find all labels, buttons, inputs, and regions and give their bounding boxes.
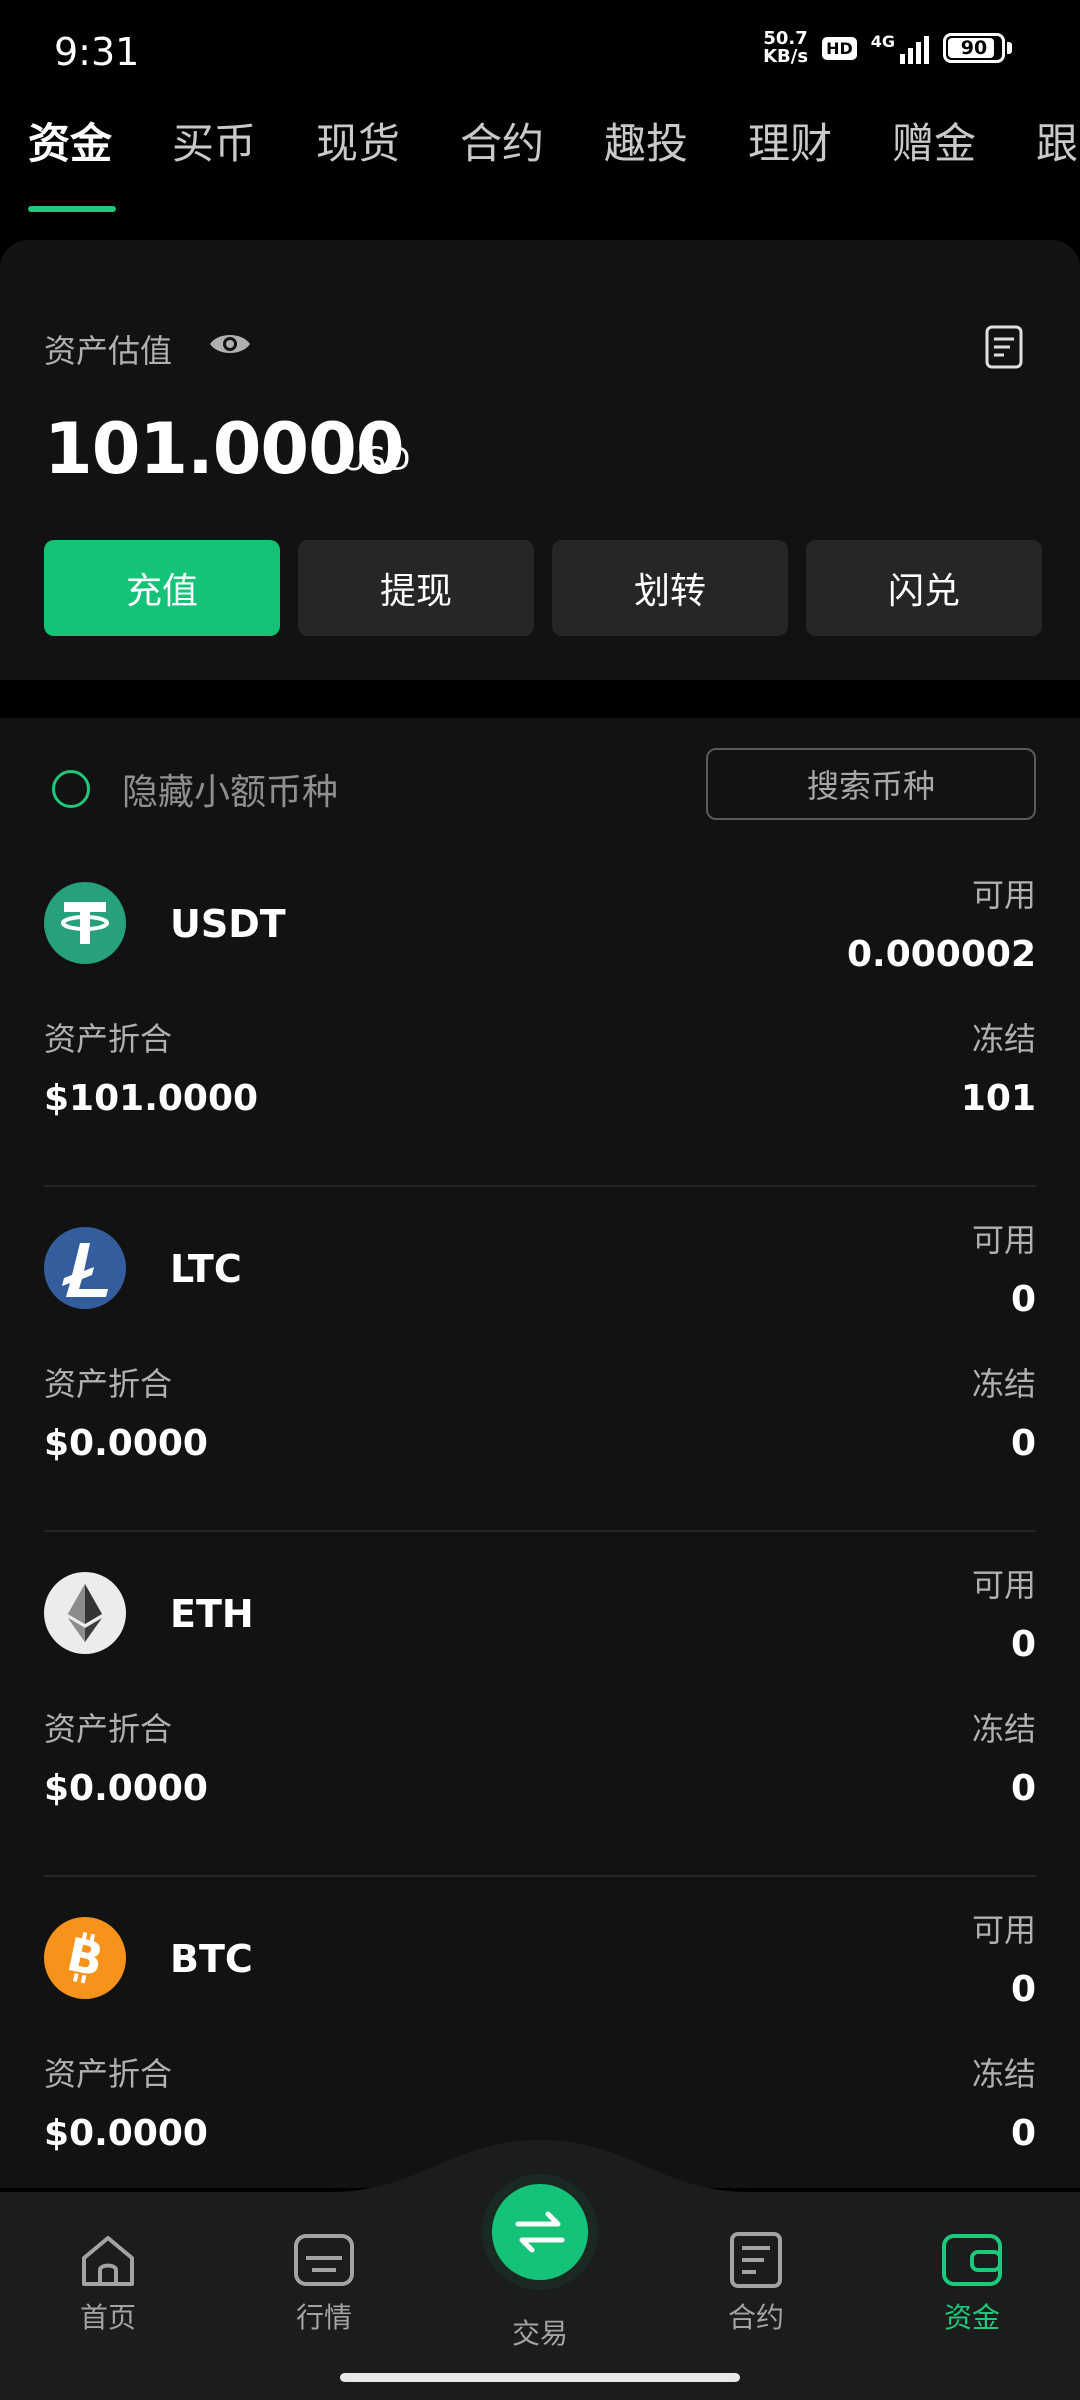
swap-icon <box>515 2211 565 2253</box>
nav-market[interactable]: 行情 <box>254 2230 394 2336</box>
frozen-value: 0 <box>1010 1768 1036 1809</box>
assets-page: 9:31 50.7 KB/s HD 4G 90 资金 买币 现货 合约 趣投 理… <box>0 0 1080 2400</box>
frozen-label: 冻结 <box>971 1365 1036 1403</box>
tab-funds[interactable]: 资金 <box>28 110 112 171</box>
hide-small-label: 隐藏小额币种 <box>122 772 339 813</box>
nav-contract[interactable]: 合约 <box>686 2230 826 2336</box>
available-label: 可用 <box>971 1911 1036 1949</box>
nav-home-label: 首页 <box>79 2301 136 2334</box>
flash-swap-button[interactable]: 闪兑 <box>806 540 1042 636</box>
converted-label: 资产折合 <box>44 1365 173 1403</box>
converted-value: $101.0000 <box>44 1078 259 1119</box>
coin-name: BTC <box>170 1937 253 1981</box>
market-icon <box>294 2234 354 2286</box>
converted-value: $0.0000 <box>44 1423 208 1464</box>
tether-icon <box>44 882 126 964</box>
available-label: 可用 <box>971 1221 1036 1259</box>
contract-icon <box>730 2232 782 2288</box>
status-indicators: 50.7 KB/s HD 4G 90 <box>763 30 1012 66</box>
frozen-label: 冻结 <box>971 1710 1036 1748</box>
network-speed-unit: KB/s <box>763 46 809 67</box>
transfer-button[interactable]: 划转 <box>552 540 788 636</box>
active-tab-indicator <box>28 206 116 212</box>
hide-small-toggle[interactable]: 隐藏小额币种 <box>52 763 338 815</box>
available-value: 0 <box>1010 1279 1036 1320</box>
battery-icon: 90 <box>943 33 1012 63</box>
available-value: 0.000002 <box>846 934 1036 975</box>
nav-trade-label[interactable]: 交易 <box>470 2312 610 2352</box>
asset-unit: USD <box>342 440 411 478</box>
coin-row-eth[interactable]: ETH 可用 0 资产折合 $0.0000 冻结 0 <box>44 1532 1036 1877</box>
bottom-nav: 首页 行情 交易 合约 资金 <box>0 2140 1080 2400</box>
asset-card: 资产估值 101.0000 USD 充值 提现 划转 闪兑 <box>0 240 1080 680</box>
tab-bonus[interactable]: 赠金 <box>892 110 976 171</box>
deposit-button[interactable]: 充值 <box>44 540 280 636</box>
top-tabs: 资金 买币 现货 合约 趣投 理财 赠金 跟 <box>0 110 1080 220</box>
available-value: 0 <box>1010 1624 1036 1665</box>
coin-name: ETH <box>170 1592 254 1636</box>
coin-list-section: 隐藏小额币种 搜索币种 USDT 可用 0.000002 资产折合 $101.0… <box>0 718 1080 2188</box>
tab-buy-coin[interactable]: 买币 <box>172 110 256 171</box>
withdraw-button[interactable]: 提现 <box>298 540 534 636</box>
litecoin-icon <box>44 1227 126 1309</box>
network-type: 4G <box>870 32 895 51</box>
action-row: 充值 提现 划转 闪兑 <box>44 540 1042 636</box>
home-icon <box>82 2236 134 2286</box>
coin-name: USDT <box>170 902 286 946</box>
status-time: 9:31 <box>54 30 140 74</box>
coin-name: LTC <box>170 1247 242 1291</box>
tab-finance[interactable]: 理财 <box>748 110 832 171</box>
status-bar: 9:31 50.7 KB/s HD 4G 90 <box>0 0 1080 100</box>
nav-market-label: 行情 <box>295 2301 352 2334</box>
bitcoin-icon: B <box>44 1917 126 1999</box>
battery-level: 90 <box>960 37 988 59</box>
converted-value: $0.0000 <box>44 1768 208 1809</box>
frozen-value: 101 <box>960 1078 1036 1119</box>
tab-spot[interactable]: 现货 <box>316 110 400 171</box>
nav-funds-label: 资金 <box>943 2301 1000 2334</box>
signal-icon: 4G <box>871 32 929 64</box>
hd-badge: HD <box>822 36 857 60</box>
record-icon[interactable] <box>984 324 1024 370</box>
coin-row-usdt[interactable]: USDT 可用 0.000002 资产折合 $101.0000 冻结 101 <box>44 842 1036 1187</box>
coin-row-ltc[interactable]: LTC 可用 0 资产折合 $0.0000 冻结 0 <box>44 1187 1036 1532</box>
frozen-label: 冻结 <box>971 1020 1036 1058</box>
tab-contract[interactable]: 合约 <box>460 110 544 171</box>
converted-label: 资产折合 <box>44 1710 173 1748</box>
asset-label: 资产估值 <box>44 332 173 370</box>
converted-label: 资产折合 <box>44 1020 173 1058</box>
converted-label: 资产折合 <box>44 2055 173 2093</box>
eye-icon[interactable] <box>208 330 252 358</box>
available-label: 可用 <box>971 876 1036 914</box>
frozen-value: 0 <box>1010 1423 1036 1464</box>
tab-fun-invest[interactable]: 趣投 <box>604 110 688 171</box>
tab-copy[interactable]: 跟 <box>1036 110 1078 171</box>
nav-funds[interactable]: 资金 <box>902 2230 1042 2336</box>
available-label: 可用 <box>971 1566 1036 1604</box>
search-coin-button[interactable]: 搜索币种 <box>706 748 1036 820</box>
hide-small-radio[interactable] <box>52 770 90 808</box>
available-value: 0 <box>1010 1969 1036 2010</box>
wallet-icon <box>942 2234 1002 2286</box>
network-speed: 50.7 KB/s <box>763 30 808 66</box>
trade-button[interactable] <box>492 2184 588 2280</box>
nav-contract-label: 合约 <box>727 2301 784 2334</box>
ethereum-icon <box>44 1572 126 1654</box>
frozen-label: 冻结 <box>971 2055 1036 2093</box>
nav-home[interactable]: 首页 <box>38 2230 178 2336</box>
home-indicator[interactable] <box>340 2373 740 2382</box>
